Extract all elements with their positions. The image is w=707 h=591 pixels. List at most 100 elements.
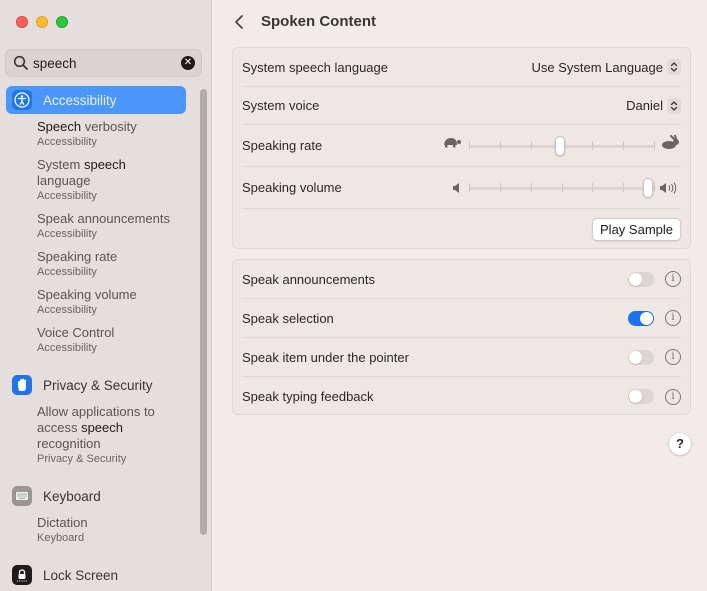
result-highlight: speech <box>81 420 123 435</box>
page-title: Spoken Content <box>261 13 376 30</box>
slider-tick <box>500 183 501 192</box>
system-speech-language-popup[interactable]: Use System Language <box>531 59 681 75</box>
result-text: Speak announcements <box>37 211 170 226</box>
search-result[interactable]: Allow applications to access speech recogn… <box>37 404 202 466</box>
result-text: recognition <box>37 436 101 451</box>
maximize-window-button[interactable] <box>56 16 68 28</box>
speak-announcements-label: Speak announcements <box>242 271 375 287</box>
slider-tick <box>531 141 532 150</box>
result-text: Voice Control <box>37 325 115 340</box>
sidebar-item-label: Privacy & Security <box>43 377 153 393</box>
speak-announcements-toggle[interactable] <box>628 271 654 287</box>
sidebar: ✕ Accessibility Speech verbosity Accessi… <box>0 0 212 591</box>
result-text: language <box>37 173 91 188</box>
clear-search-button[interactable]: ✕ <box>181 56 195 70</box>
speaking-volume-label: Speaking volume <box>242 180 342 195</box>
result-text: Dictation <box>37 515 88 530</box>
system-voice-label: System voice <box>242 98 320 113</box>
speak-selection-label: Speak selection <box>242 310 334 326</box>
search-result[interactable]: Voice Control Accessibility <box>37 325 202 355</box>
search-result[interactable]: System speech language Accessibility <box>37 157 202 203</box>
lock-icon <box>12 565 32 585</box>
search-result[interactable]: Speak announcements Accessibility <box>37 211 202 241</box>
turtle-icon <box>444 138 461 148</box>
sidebar-item-label: Accessibility <box>43 92 117 108</box>
result-category: Accessibility <box>37 190 97 202</box>
close-window-button[interactable] <box>16 16 28 28</box>
result-category: Accessibility <box>37 266 97 278</box>
speaker-high-icon <box>660 182 677 194</box>
result-category: Accessibility <box>37 304 97 316</box>
popup-value: Use System Language <box>531 59 663 75</box>
sidebar-item-accessibility[interactable]: Accessibility <box>6 86 186 114</box>
slider-tick <box>592 183 593 192</box>
slider-tick <box>623 141 624 150</box>
result-text: Allow applications to <box>37 404 155 419</box>
speak-selection-toggle[interactable] <box>628 310 654 326</box>
search-result[interactable]: Speaking volume Accessibility <box>37 287 202 317</box>
search-input[interactable] <box>33 54 173 72</box>
result-category: Accessibility <box>37 342 97 354</box>
result-text: System <box>37 157 84 172</box>
search-result[interactable]: Dictation Keyboard <box>37 515 202 545</box>
system-voice-popup[interactable]: Daniel <box>626 97 681 114</box>
result-category: Keyboard <box>37 532 85 544</box>
chevron-left-icon[interactable] <box>232 12 246 32</box>
chevron-up-down-icon <box>667 97 681 114</box>
minimize-window-button[interactable] <box>36 16 48 28</box>
info-icon[interactable]: i <box>665 349 681 365</box>
sidebar-item-lock-screen[interactable]: Lock Screen <box>6 561 186 589</box>
slider-tick <box>500 141 501 150</box>
speaking-rate-label: Speaking rate <box>242 138 323 153</box>
result-category: Accessibility <box>37 228 97 240</box>
sidebar-item-label: Lock Screen <box>43 567 119 583</box>
help-button[interactable]: ? <box>669 433 691 455</box>
slider-thumb[interactable] <box>555 136 565 156</box>
slider-thumb[interactable] <box>643 178 653 198</box>
sidebar-item-label: Keyboard <box>43 488 101 504</box>
search-result[interactable]: Speech verbosity Accessibility <box>37 119 202 149</box>
toggle-knob <box>629 350 642 364</box>
result-text: access <box>37 420 82 435</box>
result-text: Speaking rate <box>37 249 118 264</box>
search-field[interactable]: ✕ <box>5 49 202 77</box>
result-category: Accessibility <box>37 136 97 148</box>
toggle-knob <box>629 390 642 403</box>
keyboard-icon <box>12 486 32 506</box>
slider-tick <box>654 183 655 192</box>
toggle-knob <box>629 272 642 286</box>
window-controls <box>16 16 68 28</box>
speak-typing-feedback-label: Speak typing feedback <box>242 389 374 404</box>
slider-tick <box>469 141 470 150</box>
speak-item-under-pointer-label: Speak item under the pointer <box>242 349 409 365</box>
speak-item-under-pointer-toggle[interactable] <box>628 349 654 365</box>
speech-settings-group: System speech language Use System Langua… <box>232 47 691 249</box>
slider-tick <box>531 183 532 192</box>
info-icon[interactable]: i <box>665 271 681 287</box>
result-highlight: speech <box>83 157 126 172</box>
info-icon[interactable]: i <box>665 310 681 326</box>
info-icon[interactable]: i <box>665 388 681 405</box>
system-speech-language-label: System speech language <box>242 59 388 75</box>
sidebar-item-keyboard[interactable]: Keyboard <box>6 482 186 510</box>
speaking-rate-slider[interactable] <box>469 127 655 166</box>
popup-value: Daniel <box>626 98 663 113</box>
speaker-low-icon <box>453 183 459 193</box>
slider-tick <box>623 183 624 192</box>
result-category: Privacy & Security <box>37 453 127 465</box>
speak-announcements-row: Speak announcements i <box>242 260 681 299</box>
speak-selection-row: Speak selection i <box>242 299 681 338</box>
speaking-volume-slider[interactable] <box>469 169 655 208</box>
sidebar-scrollbar[interactable] <box>200 89 207 535</box>
system-speech-language-row: System speech language Use System Langua… <box>242 48 681 87</box>
search-icon <box>13 55 28 70</box>
result-highlight: Speech <box>37 119 82 134</box>
rabbit-icon <box>662 135 679 149</box>
system-voice-row: System voice Daniel <box>242 87 681 125</box>
speak-typing-feedback-toggle[interactable] <box>628 389 654 404</box>
speak-item-under-pointer-row: Speak item under the pointer i <box>242 338 681 377</box>
sidebar-item-privacy-security[interactable]: Privacy & Security <box>6 371 186 399</box>
slider-tick <box>562 183 563 192</box>
search-result[interactable]: Speaking rate Accessibility <box>37 249 202 279</box>
play-sample-button[interactable]: Play Sample <box>592 217 681 241</box>
